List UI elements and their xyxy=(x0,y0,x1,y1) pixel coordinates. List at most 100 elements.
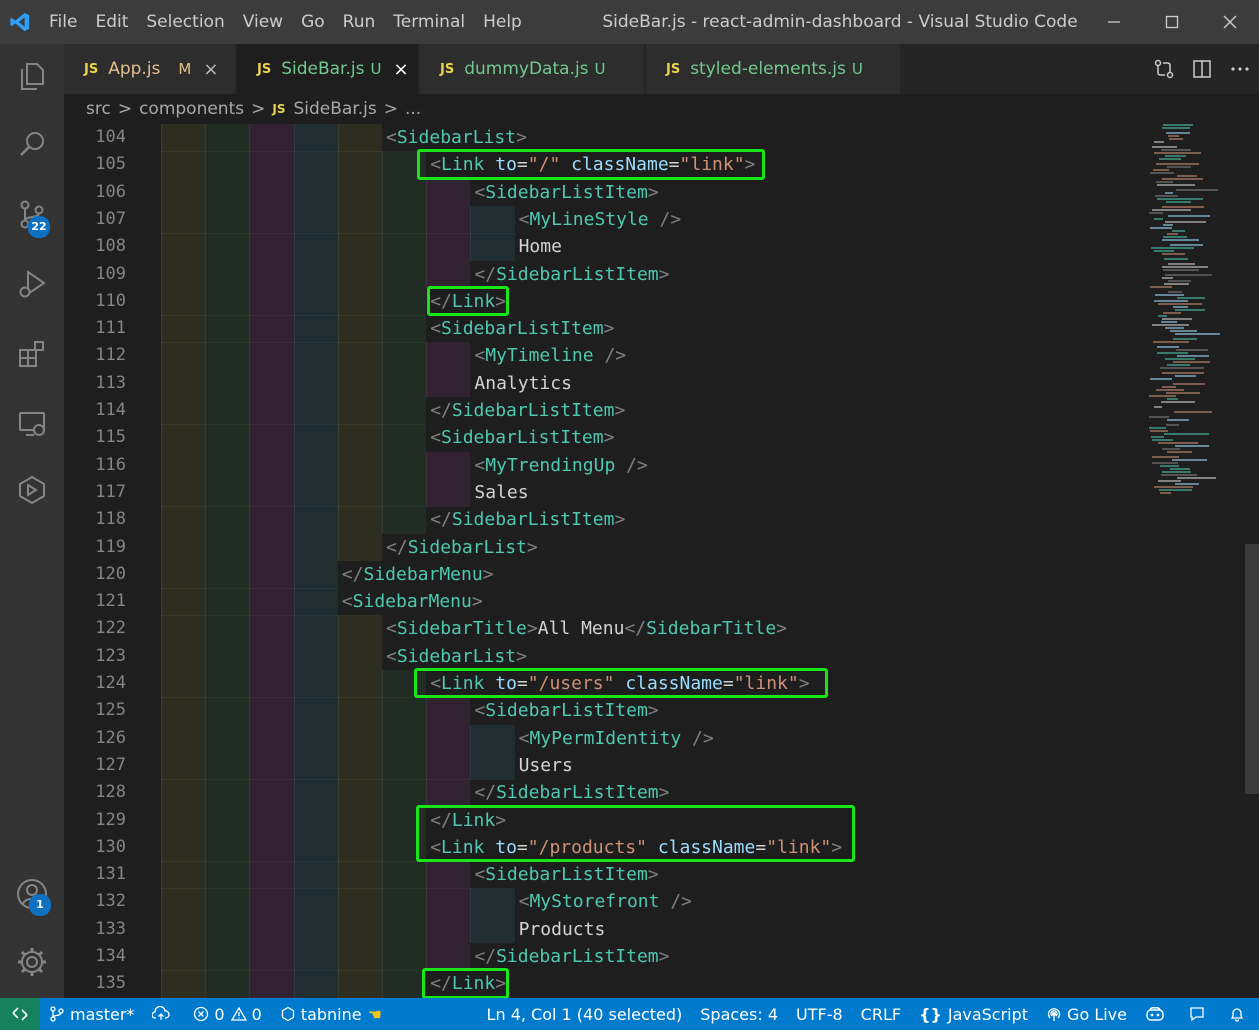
code-line[interactable]: </SidebarListItem> xyxy=(430,397,625,424)
tabnine-status[interactable]: tabnine ☚ xyxy=(271,998,391,1030)
indent-band xyxy=(293,478,338,507)
code-line[interactable]: <MyTimeline /> xyxy=(474,342,626,369)
indent-band xyxy=(205,861,250,889)
code-line[interactable]: <SidebarList> xyxy=(386,124,527,151)
indent-band xyxy=(470,888,515,917)
encoding-status[interactable]: UTF-8 xyxy=(787,998,852,1030)
menu-edit[interactable]: Edit xyxy=(86,0,137,44)
docker-button[interactable] xyxy=(0,462,64,518)
code-line[interactable]: Home xyxy=(519,233,562,260)
minimap[interactable] xyxy=(1145,124,1245,504)
close-tab-button[interactable]: × xyxy=(393,59,408,80)
code-line[interactable]: </SidebarList> xyxy=(386,534,538,561)
tab-styled-elements-js[interactable]: JS styled-elements.js U xyxy=(646,44,901,94)
menu-file[interactable]: File xyxy=(40,0,86,44)
maximize-button[interactable] xyxy=(1143,0,1201,44)
tab-dummydata-js[interactable]: JS dummyData.js U xyxy=(420,44,645,94)
indent-band xyxy=(249,670,294,698)
menu-help[interactable]: Help xyxy=(474,0,531,44)
close-window-button[interactable] xyxy=(1201,0,1259,44)
minimize-button[interactable] xyxy=(1085,0,1143,44)
code-line[interactable]: <SidebarListItem> xyxy=(474,861,658,888)
code-line[interactable]: </SidebarListItem> xyxy=(474,943,669,970)
extensions-button[interactable] xyxy=(0,326,64,382)
code-token: "/" xyxy=(527,154,561,176)
split-editor-button[interactable] xyxy=(1183,44,1221,94)
code-token: MyStorefront xyxy=(529,891,660,913)
code-line[interactable]: <SidebarListItem> xyxy=(474,697,658,724)
breadcrumb-src[interactable]: src xyxy=(86,99,111,119)
code-line[interactable]: Sales xyxy=(474,479,528,506)
code-line[interactable]: </SidebarListItem> xyxy=(474,261,669,288)
breadcrumb-file[interactable]: SideBar.js xyxy=(293,99,376,119)
code-line[interactable]: </Link> xyxy=(430,288,506,315)
code-line[interactable]: Products xyxy=(519,916,606,943)
explorer-button[interactable] xyxy=(0,48,64,104)
code-line[interactable]: </SidebarListItem> xyxy=(430,506,625,533)
menu-run[interactable]: Run xyxy=(334,0,385,44)
remote-indicator[interactable] xyxy=(0,998,40,1030)
code-line[interactable]: </SidebarListItem> xyxy=(474,779,669,806)
code-token: < xyxy=(430,154,442,176)
code-line[interactable]: <SidebarListItem> xyxy=(430,315,614,342)
branch-status[interactable]: master* xyxy=(40,998,143,1030)
language-mode[interactable]: {} JavaScript xyxy=(910,998,1037,1030)
manage-button[interactable] xyxy=(0,934,64,990)
compare-changes-button[interactable] xyxy=(1145,44,1183,94)
code-line[interactable]: <SidebarList> xyxy=(386,643,527,670)
code-line[interactable]: <SidebarTitle>All Menu</SidebarTitle> xyxy=(386,615,787,642)
breadcrumb-symbol[interactable]: ... xyxy=(405,99,421,119)
problems-status[interactable]: 0 0 xyxy=(184,998,270,1030)
tab-app-js[interactable]: JS App.js M × xyxy=(64,44,236,94)
remote-explorer-button[interactable] xyxy=(0,396,64,452)
copilot-button[interactable] xyxy=(1136,998,1179,1030)
code-line[interactable]: <Link to="/products" className="link"> xyxy=(430,834,842,861)
breadcrumb-components[interactable]: components xyxy=(139,99,244,119)
close-tab-button[interactable]: × xyxy=(203,59,218,80)
code-line[interactable]: Analytics xyxy=(474,370,572,397)
sync-status[interactable] xyxy=(143,998,184,1030)
code-line[interactable]: </Link> xyxy=(430,807,506,834)
run-debug-button[interactable] xyxy=(0,256,64,312)
code-token: < xyxy=(474,700,486,722)
menu-selection[interactable]: Selection xyxy=(137,0,233,44)
cursor-position[interactable]: Ln 4, Col 1 (40 selected) xyxy=(478,998,692,1030)
code-line[interactable]: <MyStorefront /> xyxy=(519,888,692,915)
indent-band xyxy=(382,806,427,835)
code-line[interactable]: <Link to="/" className="link"> xyxy=(430,151,755,178)
search-button[interactable] xyxy=(0,116,64,172)
indent-band xyxy=(249,588,294,616)
code-line[interactable]: <SidebarListItem> xyxy=(474,179,658,206)
code-line[interactable]: <SidebarListItem> xyxy=(430,424,614,451)
indent-band xyxy=(426,943,471,971)
indentation-status[interactable]: Spaces: 4 xyxy=(691,998,787,1030)
minimap-line xyxy=(1155,294,1184,296)
code-editor[interactable]: 104 105 106 107 108 109 110 111 112 113 114 115 116 1… xyxy=(64,124,1259,998)
code-line[interactable]: <MyPermIdentity /> xyxy=(519,725,714,752)
more-actions-button[interactable] xyxy=(1221,44,1259,94)
code-token: MyPermIdentity xyxy=(529,727,682,749)
menu-terminal[interactable]: Terminal xyxy=(384,0,474,44)
code-line[interactable]: <Link to="/users" className="link"> xyxy=(430,670,809,697)
indent-band xyxy=(382,287,427,316)
code-line[interactable]: Users xyxy=(519,752,573,779)
code-line[interactable]: <SidebarMenu> xyxy=(342,588,483,615)
tab-sidebar-js[interactable]: JS SideBar.js U × xyxy=(237,44,419,94)
code-token: Link xyxy=(441,836,485,858)
golive-button[interactable]: Go Live xyxy=(1037,998,1136,1030)
notifications-button[interactable] xyxy=(1220,998,1259,1030)
code-line[interactable]: </SidebarMenu> xyxy=(342,561,494,588)
indent-band xyxy=(161,970,206,998)
code-line[interactable]: <MyLineStyle /> xyxy=(519,206,682,233)
feedback-button[interactable] xyxy=(1179,998,1220,1030)
vertical-scrollbar[interactable] xyxy=(1245,544,1259,794)
code-line[interactable]: <MyTrendingUp /> xyxy=(474,452,647,479)
code-line[interactable]: </Link> xyxy=(430,970,506,997)
source-control-button[interactable]: 22 xyxy=(0,186,64,242)
menu-go[interactable]: Go xyxy=(292,0,334,44)
menu-view[interactable]: View xyxy=(234,0,292,44)
eol-status[interactable]: CRLF xyxy=(852,998,910,1030)
accounts-button[interactable]: 1 xyxy=(0,866,64,922)
